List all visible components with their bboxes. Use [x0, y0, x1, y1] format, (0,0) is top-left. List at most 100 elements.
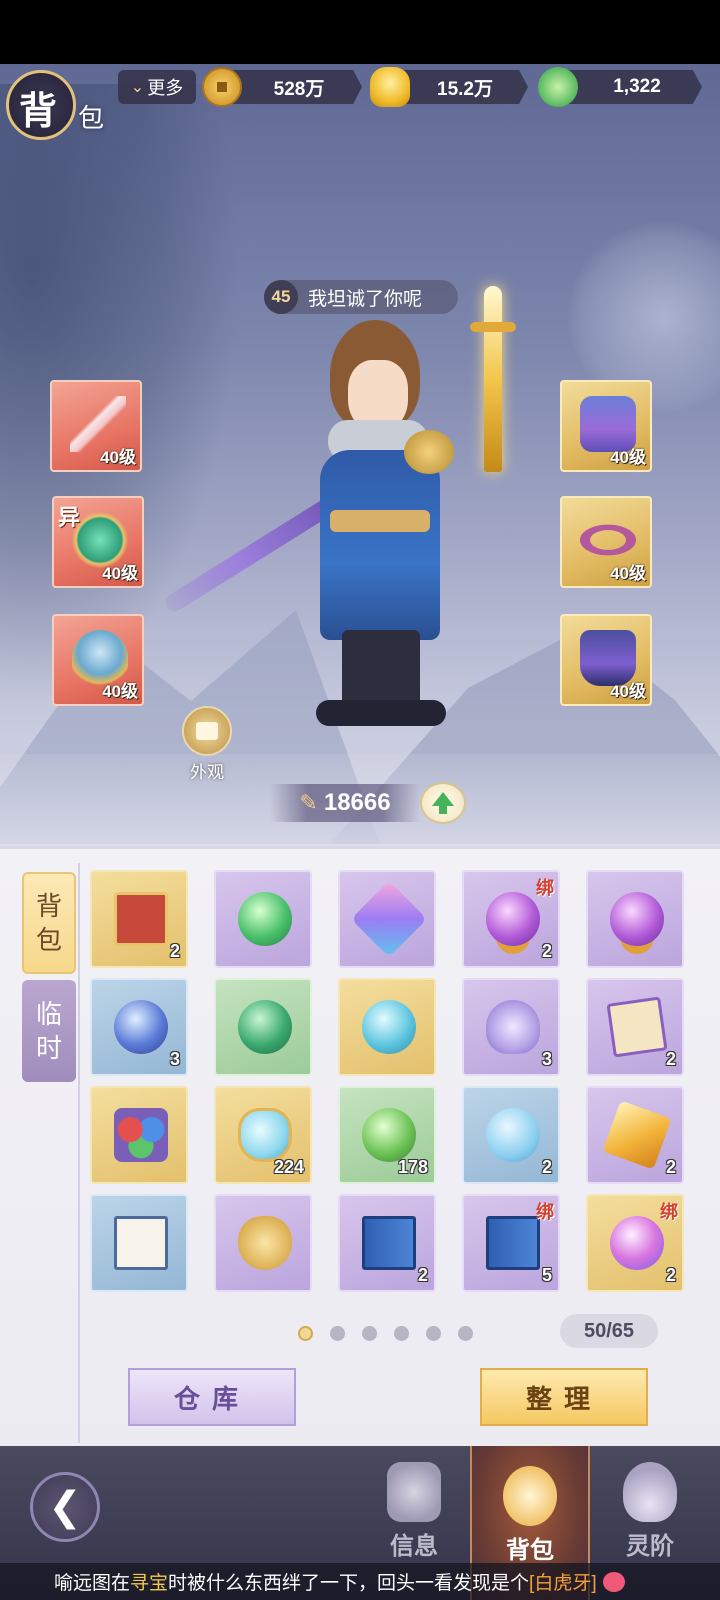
- item-slot[interactable]: [214, 870, 312, 968]
- item-slot[interactable]: 2: [338, 1194, 436, 1292]
- item-slot[interactable]: 绑5: [462, 1194, 560, 1292]
- tab-label: 时: [35, 1033, 62, 1063]
- character-name-plate: 45 我坦诚了你呢: [264, 280, 458, 314]
- page-dot[interactable]: [458, 1326, 473, 1341]
- title-main-char: 背: [19, 88, 58, 133]
- item-slot[interactable]: [338, 978, 436, 1076]
- lotus-icon: [486, 1000, 540, 1054]
- legs: [342, 630, 420, 710]
- item-slot[interactable]: 2: [586, 978, 684, 1076]
- item-slot[interactable]: [90, 1194, 188, 1292]
- item-slot[interactable]: 224: [214, 1086, 312, 1184]
- equip-slot-boots[interactable]: 40级: [560, 614, 652, 706]
- sword-bubble-icon: [486, 1108, 540, 1162]
- jade-icon: [538, 67, 578, 107]
- power-up-button[interactable]: [420, 782, 466, 824]
- fist-icon: [387, 1462, 441, 1522]
- currency-value: 528万: [273, 78, 325, 100]
- item-slot[interactable]: 2: [90, 870, 188, 968]
- item-count: 3: [169, 1049, 180, 1069]
- exp-tome-icon: [362, 1216, 416, 1270]
- warehouse-button[interactable]: 仓库: [128, 1368, 296, 1426]
- nav-label: 背包: [506, 1537, 554, 1564]
- flame-icon: [623, 1462, 677, 1522]
- item-slot[interactable]: 2: [586, 1086, 684, 1184]
- item-slot[interactable]: [214, 1194, 312, 1292]
- equip-slot-weapon[interactable]: 40级: [50, 380, 142, 472]
- currency-bar: ⌄ 更多 528万 15.2万 1,322: [118, 67, 702, 108]
- equip-slot-armor[interactable]: 40级: [560, 380, 652, 472]
- equip-slot-helmet[interactable]: 40级: [52, 614, 144, 706]
- currency-value: 15.2万: [437, 78, 493, 100]
- taiji-book-icon: [114, 892, 168, 946]
- crystal-icon: [602, 1100, 672, 1170]
- item-count: 3: [541, 1049, 552, 1069]
- sword-guard: [470, 322, 516, 332]
- item-slot[interactable]: 178: [338, 1086, 436, 1184]
- item-slot[interactable]: [586, 870, 684, 968]
- special-tag: 异: [58, 505, 81, 530]
- back-button[interactable]: ❮: [30, 1472, 100, 1542]
- tab-label: 包: [35, 925, 62, 955]
- wardrobe-icon: [182, 706, 232, 756]
- character-model[interactable]: [300, 320, 470, 730]
- title-sub-char: 包: [78, 104, 105, 134]
- page-dot[interactable]: [394, 1326, 409, 1341]
- item-slot[interactable]: 绑2: [462, 870, 560, 968]
- floating-sword-icon[interactable]: [484, 286, 502, 472]
- page-dot[interactable]: [330, 1326, 345, 1341]
- page-dot[interactable]: [362, 1326, 377, 1341]
- equip-level: 40级: [610, 682, 646, 701]
- peach-icon: [610, 1216, 664, 1270]
- appearance-button[interactable]: 外观: [178, 706, 236, 782]
- item-count: 178: [397, 1157, 428, 1177]
- item-count: 2: [541, 1157, 552, 1177]
- brush-icon: ✎: [299, 790, 318, 815]
- bag-capacity: 50/65: [560, 1314, 658, 1348]
- ticker-item-link[interactable]: [白虎牙]: [529, 1568, 597, 1595]
- arrow-up-icon: [432, 792, 454, 814]
- page-dot[interactable]: [298, 1326, 313, 1341]
- chevron-down-icon: ⌄: [130, 79, 145, 96]
- shoulder-armor: [404, 430, 454, 474]
- character-name: 我坦诚了你呢: [308, 288, 423, 310]
- more-button[interactable]: ⌄ 更多: [118, 70, 196, 104]
- page-indicator[interactable]: [298, 1326, 473, 1341]
- item-slot[interactable]: [214, 978, 312, 1076]
- appearance-label: 外观: [190, 763, 224, 782]
- sort-button[interactable]: 整理: [480, 1368, 648, 1426]
- combat-power-value: 18666: [323, 789, 391, 816]
- item-count: 2: [665, 1265, 676, 1285]
- item-slot[interactable]: [338, 870, 436, 968]
- item-slot[interactable]: 3: [90, 978, 188, 1076]
- jade-orb-icon: [238, 1000, 292, 1054]
- item-slot[interactable]: 绑2: [586, 1194, 684, 1292]
- robe: [320, 450, 440, 640]
- equip-level: 40级: [102, 564, 138, 583]
- equip-level: 40级: [102, 682, 138, 701]
- boots: [316, 700, 446, 726]
- item-slot[interactable]: 3: [462, 978, 560, 1076]
- scroll-icon: [606, 996, 668, 1058]
- page-dot[interactable]: [426, 1326, 441, 1341]
- item-count: 2: [169, 941, 180, 961]
- green-orb-icon: [238, 892, 292, 946]
- bound-tag: 绑: [536, 878, 554, 898]
- leaf-orb-icon: [362, 1108, 416, 1162]
- emoji-icon: [602, 1571, 625, 1592]
- belt: [330, 510, 430, 532]
- equip-slot-ring[interactable]: 40级: [560, 496, 652, 588]
- equip-slot-pendant[interactable]: 异 40级: [52, 496, 144, 588]
- item-count: 2: [665, 1049, 676, 1069]
- nav-label: 灵阶: [626, 1533, 674, 1560]
- tab-label: 背: [35, 891, 62, 921]
- character-level: 45: [264, 280, 298, 314]
- ring-icon: [580, 524, 636, 556]
- item-slot[interactable]: [90, 1086, 188, 1184]
- tab-bag[interactable]: 背 包: [22, 872, 76, 974]
- gem-icon: [350, 880, 428, 958]
- item-slot[interactable]: 2: [462, 1086, 560, 1184]
- gold-ingot-icon: [370, 67, 410, 107]
- tab-temporary[interactable]: 临 时: [22, 980, 76, 1082]
- item-count: 224: [273, 1157, 304, 1177]
